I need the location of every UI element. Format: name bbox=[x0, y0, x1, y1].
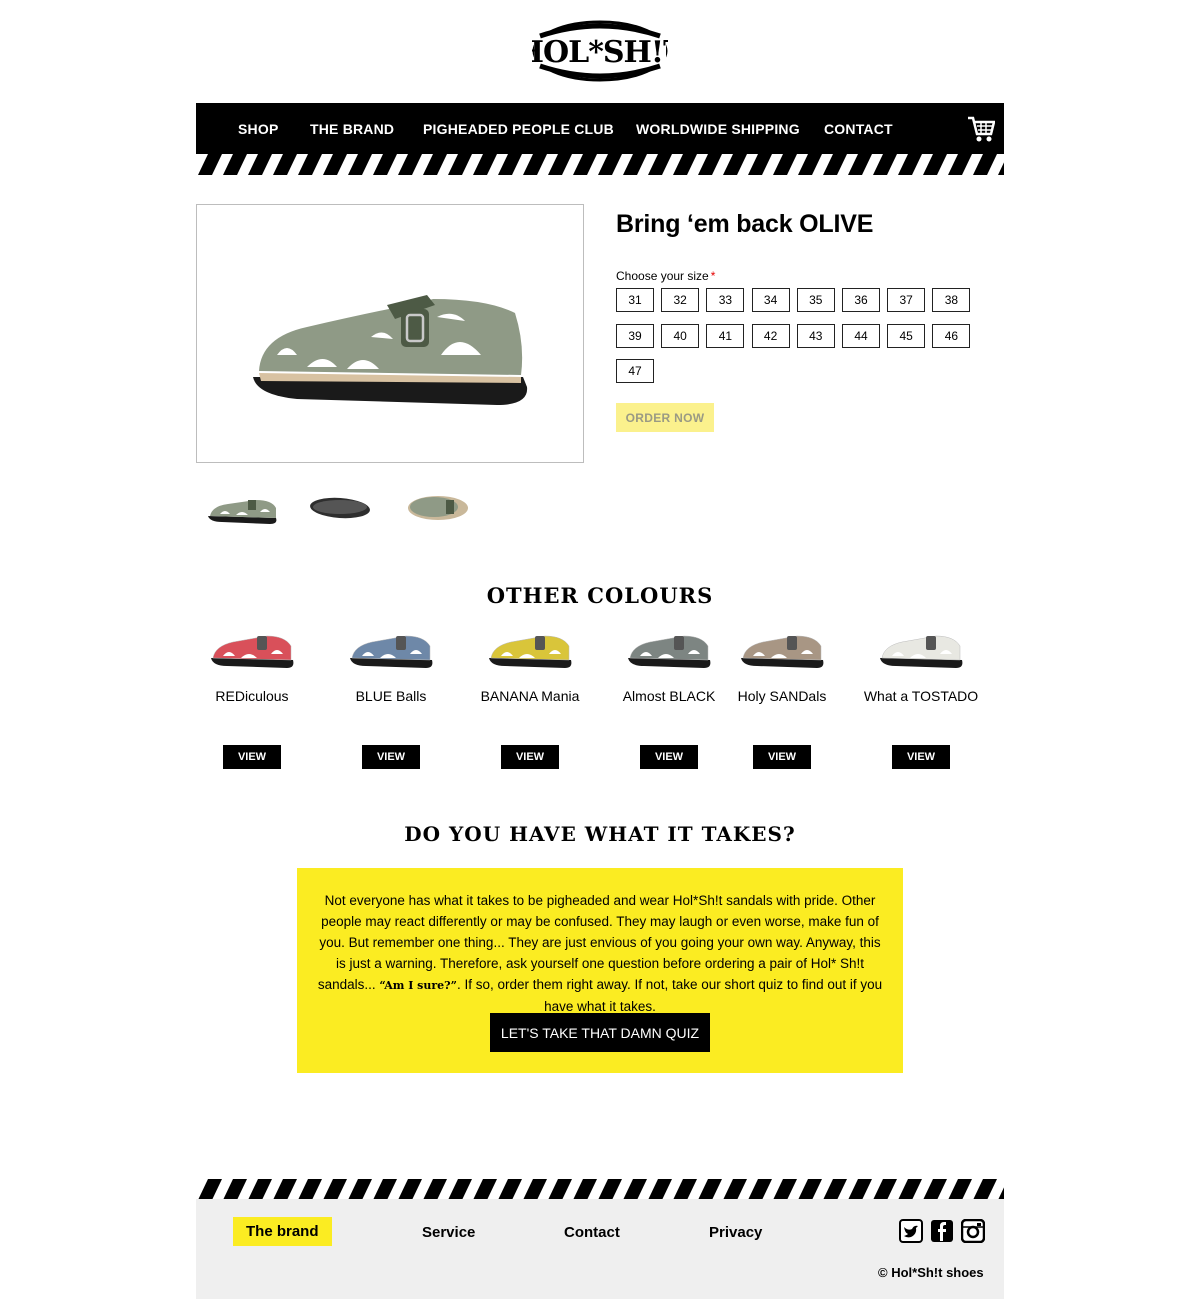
view-button[interactable]: VIEW bbox=[640, 745, 698, 769]
view-button[interactable]: VIEW bbox=[501, 745, 559, 769]
footer-link-the-brand[interactable]: The brand bbox=[233, 1217, 332, 1246]
colour-image-1[interactable] bbox=[336, 620, 446, 672]
nav-pigheaded-people-club[interactable]: PIGHEADED PEOPLE CLUB bbox=[423, 121, 614, 137]
what-it-takes-heading: DO YOU HAVE WHAT IT TAKES? bbox=[404, 822, 796, 846]
footer-link-privacy[interactable]: Privacy bbox=[709, 1224, 762, 1241]
size-option-32[interactable]: 32 bbox=[661, 288, 700, 312]
size-option-36[interactable]: 36 bbox=[842, 288, 880, 312]
holshit-logo[interactable]: HOL*SH!T bbox=[532, 20, 668, 82]
colour-name[interactable]: Holy SANDals bbox=[712, 688, 852, 704]
view-button[interactable]: VIEW bbox=[223, 745, 281, 769]
size-option-47[interactable]: 47 bbox=[616, 359, 654, 383]
colour-image-3[interactable] bbox=[614, 620, 724, 672]
colour-image-5[interactable] bbox=[866, 620, 976, 672]
twitter-icon[interactable] bbox=[899, 1219, 923, 1243]
size-option-31[interactable]: 31 bbox=[616, 288, 654, 312]
size-option-33[interactable]: 33 bbox=[706, 288, 745, 312]
colour-name[interactable]: REDiculous bbox=[182, 688, 322, 704]
nav-the-brand[interactable]: THE BRAND bbox=[310, 121, 394, 137]
olive-sandal-image bbox=[253, 295, 528, 405]
main-nav: SHOP THE BRAND PIGHEADED PEOPLE CLUB WOR… bbox=[196, 103, 1004, 155]
nav-contact[interactable]: CONTACT bbox=[824, 121, 893, 137]
size-option-38[interactable]: 38 bbox=[932, 288, 971, 312]
size-option-40[interactable]: 40 bbox=[661, 323, 700, 348]
thumbnail-top-view[interactable] bbox=[394, 478, 482, 536]
size-label: Choose your size * bbox=[616, 269, 716, 283]
colour-image-4[interactable] bbox=[727, 620, 837, 672]
instagram-icon[interactable] bbox=[961, 1219, 985, 1243]
nav-hazard-stripes bbox=[196, 154, 1004, 175]
order-now-button[interactable]: ORDER NOW bbox=[616, 403, 714, 432]
copyright: © Hol*Sh!t shoes bbox=[878, 1265, 984, 1280]
size-option-37[interactable]: 37 bbox=[887, 288, 926, 312]
view-button[interactable]: VIEW bbox=[753, 745, 811, 769]
size-option-35[interactable]: 35 bbox=[796, 288, 835, 312]
take-quiz-button[interactable]: LET'S TAKE THAT DAMN QUIZ bbox=[490, 1013, 710, 1052]
footer-hazard-stripes bbox=[196, 1179, 1004, 1200]
thumbnail-side-view[interactable] bbox=[198, 478, 286, 536]
facebook-icon[interactable] bbox=[930, 1219, 954, 1243]
size-option-46[interactable]: 46 bbox=[932, 323, 971, 348]
size-option-45[interactable]: 45 bbox=[887, 323, 926, 348]
am-i-sure-quote: “Am I sure?” bbox=[379, 979, 457, 992]
size-option-42[interactable]: 42 bbox=[751, 323, 790, 348]
footer-link-contact[interactable]: Contact bbox=[564, 1224, 620, 1241]
warning-box: Not everyone has what it takes to be pig… bbox=[297, 868, 903, 1073]
warning-text: Not everyone has what it takes to be pig… bbox=[317, 893, 883, 1014]
logo-text: HOL*SH!T bbox=[532, 35, 668, 70]
colour-name[interactable]: BLUE Balls bbox=[321, 688, 461, 704]
product-title: Bring ‘em back OLIVE bbox=[616, 210, 874, 238]
colour-image-2[interactable] bbox=[475, 620, 585, 672]
view-button[interactable]: VIEW bbox=[892, 745, 950, 769]
shopping-cart-icon[interactable] bbox=[967, 114, 995, 144]
colour-name[interactable]: BANANA Mania bbox=[460, 688, 600, 704]
product-main-image[interactable] bbox=[196, 204, 584, 463]
footer-link-service[interactable]: Service bbox=[422, 1224, 475, 1241]
footer bbox=[196, 1199, 1004, 1299]
size-option-43[interactable]: 43 bbox=[796, 323, 835, 348]
nav-worldwide-shipping[interactable]: WORLDWIDE SHIPPING bbox=[636, 121, 800, 137]
nav-shop[interactable]: SHOP bbox=[238, 121, 278, 137]
size-option-39[interactable]: 39 bbox=[616, 323, 654, 348]
size-option-44[interactable]: 44 bbox=[842, 323, 880, 348]
thumbnail-sole-view[interactable] bbox=[296, 478, 384, 536]
view-button[interactable]: VIEW bbox=[362, 745, 420, 769]
size-option-34[interactable]: 34 bbox=[751, 288, 790, 312]
size-option-41[interactable]: 41 bbox=[706, 323, 745, 348]
required-asterisk: * bbox=[710, 269, 716, 283]
colour-name[interactable]: What a TOSTADO bbox=[851, 688, 991, 704]
other-colours-heading: OTHER COLOURS bbox=[486, 583, 714, 608]
colour-image-0[interactable] bbox=[197, 620, 307, 672]
